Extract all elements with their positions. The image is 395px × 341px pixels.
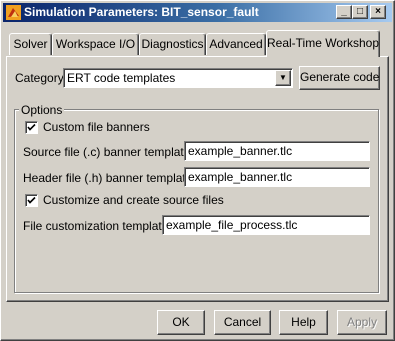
options-legend: Options xyxy=(19,103,65,117)
source-banner-label: Source file (.c) banner template: xyxy=(23,145,194,159)
minimize-button[interactable]: _ xyxy=(336,5,352,19)
cancel-button[interactable]: Cancel xyxy=(214,310,271,335)
generate-code-button[interactable]: Generate code xyxy=(299,66,380,90)
chevron-down-icon[interactable]: ▼ xyxy=(275,70,291,86)
checkmark-icon xyxy=(27,123,36,131)
maximize-button[interactable]: □ xyxy=(352,5,368,19)
help-button[interactable]: Help xyxy=(279,310,328,335)
customize-source-files-checkbox[interactable] xyxy=(25,194,38,207)
checkmark-icon xyxy=(27,196,36,204)
custom-file-banners-checkbox[interactable] xyxy=(25,121,38,134)
dialog-window: Simulation Parameters: BIT_sensor_fault … xyxy=(0,0,395,341)
category-label: Category: xyxy=(15,71,68,85)
title-bar[interactable]: Simulation Parameters: BIT_sensor_fault … xyxy=(3,3,392,22)
file-customization-field[interactable]: example_file_process.tlc xyxy=(162,215,370,235)
header-banner-label: Header file (.h) banner template: xyxy=(23,171,196,185)
tab-workspace-io[interactable]: Workspace I/O xyxy=(52,33,139,55)
header-banner-field[interactable]: example_banner.tlc xyxy=(184,167,370,187)
category-value: ERT code templates xyxy=(67,71,176,85)
customize-source-files-label: Customize and create source files xyxy=(43,193,224,207)
close-button[interactable]: × xyxy=(370,5,386,19)
tab-advanced[interactable]: Advanced xyxy=(206,33,266,55)
apply-button[interactable]: Apply xyxy=(337,310,387,335)
file-customization-label: File customization template: xyxy=(23,219,172,233)
tab-solver[interactable]: Solver xyxy=(9,33,52,55)
window-title: Simulation Parameters: BIT_sensor_fault xyxy=(24,5,259,19)
ok-button[interactable]: OK xyxy=(157,310,205,335)
source-banner-field[interactable]: example_banner.tlc xyxy=(184,141,370,161)
custom-file-banners-label: Custom file banners xyxy=(43,120,150,134)
tab-diagnostics[interactable]: Diagnostics xyxy=(139,33,206,55)
tab-real-time-workshop[interactable]: Real-Time Workshop xyxy=(266,30,380,57)
category-select[interactable]: ERT code templates ▼ xyxy=(63,68,293,88)
matlab-icon xyxy=(6,5,21,20)
